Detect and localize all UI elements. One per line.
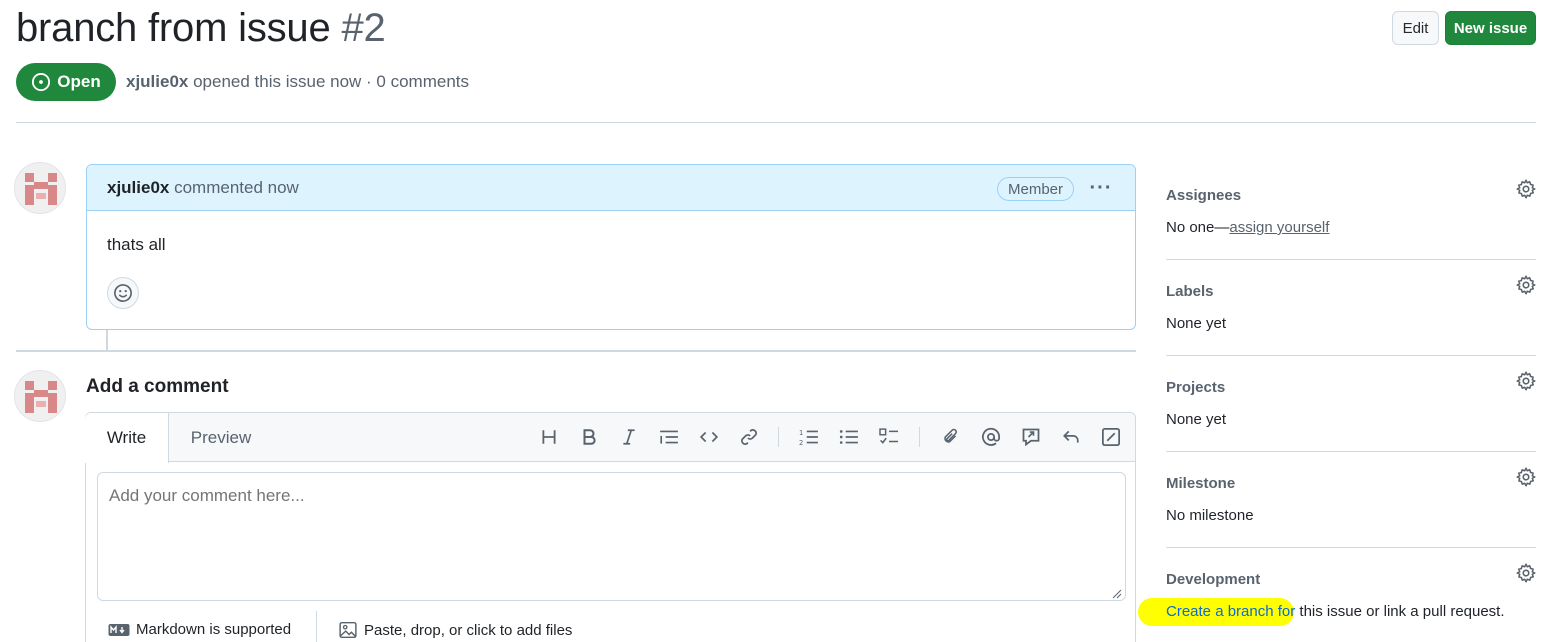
svg-text:1: 1 (799, 429, 803, 437)
attach-icon[interactable] (939, 425, 963, 449)
reply-icon[interactable] (1059, 425, 1083, 449)
comment-header: xjulie0x commented now Member ··· (87, 165, 1135, 211)
create-branch-link[interactable]: Create a branch for (1166, 603, 1295, 620)
projects-title: Projects (1166, 379, 1226, 396)
reference-icon[interactable] (1019, 425, 1043, 449)
status-label: Open (57, 72, 101, 91)
add-files-button[interactable]: Paste, drop, or click to add files (338, 621, 572, 639)
comment-body: thats all (107, 235, 166, 254)
milestone-title: Milestone (1166, 475, 1236, 492)
development-value: Create a branch for this issue or link a… (1166, 603, 1505, 620)
sidebar-divider (1166, 259, 1536, 260)
timeline-divider (16, 350, 1136, 352)
task-list-icon[interactable] (877, 425, 901, 449)
comment-editor: Write Preview 12 Markdown is supported P… (85, 412, 1136, 642)
issue-meta: xjulie0x opened this issue now · 0 comme… (126, 72, 469, 92)
milestone-value: No milestone (1166, 507, 1254, 524)
header-divider (16, 122, 1536, 123)
issue-open-icon (32, 72, 51, 92)
quote-icon[interactable] (657, 425, 681, 449)
image-icon (339, 621, 357, 639)
link-icon[interactable] (737, 425, 761, 449)
sidebar-divider (1166, 355, 1536, 356)
gear-icon[interactable] (1516, 179, 1536, 199)
smiley-icon (114, 284, 132, 302)
timeline-line (106, 330, 108, 350)
code-icon[interactable] (697, 425, 721, 449)
kebab-menu-icon[interactable]: ··· (1087, 175, 1115, 201)
tab-preview[interactable]: Preview (169, 413, 273, 462)
development-rest: this issue or link a pull request. (1295, 603, 1505, 620)
member-badge: Member (997, 177, 1075, 201)
heading-icon[interactable] (537, 425, 561, 449)
files-note: Paste, drop, or click to add files (364, 621, 573, 639)
edit-button[interactable]: Edit (1392, 11, 1439, 45)
resize-handle-icon[interactable] (1112, 589, 1122, 599)
comment-card: xjulie0x commented now Member ··· thats … (86, 164, 1136, 330)
add-reaction-button[interactable] (107, 277, 139, 309)
sidebar-divider (1166, 451, 1536, 452)
footer-divider (316, 611, 317, 642)
development-title: Development (1166, 571, 1261, 588)
gear-icon[interactable] (1516, 563, 1536, 583)
editor-toolbar: Write Preview 12 (85, 413, 1135, 463)
comment-textarea[interactable] (97, 472, 1126, 601)
slash-command-icon[interactable] (1099, 425, 1123, 449)
assignees-value: No one—assign yourself (1166, 219, 1329, 236)
tab-write[interactable]: Write (85, 413, 169, 463)
markdown-note: Markdown is supported (136, 621, 292, 638)
assignees-prefix: No one— (1166, 219, 1230, 236)
gear-icon[interactable] (1516, 371, 1536, 391)
comment-byline: xjulie0x commented now (107, 178, 299, 198)
avatar[interactable] (14, 162, 66, 214)
status-badge: Open (16, 63, 116, 101)
toolbar-divider (778, 427, 779, 447)
assign-yourself-link[interactable]: assign yourself (1229, 219, 1329, 236)
comment-author-link[interactable]: xjulie0x (107, 178, 169, 197)
issue-author-link[interactable]: xjulie0x (126, 72, 188, 91)
projects-value: None yet (1166, 411, 1227, 428)
comment-action: commented now (169, 178, 299, 197)
new-issue-button[interactable]: New issue (1445, 11, 1536, 45)
markdown-support-link[interactable]: Markdown is supported (108, 621, 291, 638)
gear-icon[interactable] (1516, 467, 1536, 487)
markdown-icon (108, 623, 130, 636)
avatar[interactable] (14, 370, 66, 422)
add-comment-heading: Add a comment (86, 376, 229, 397)
labels-value: None yet (1166, 315, 1227, 332)
sidebar-divider (1166, 547, 1536, 548)
bold-icon[interactable] (577, 425, 601, 449)
labels-title: Labels (1166, 283, 1214, 300)
gear-icon[interactable] (1516, 275, 1536, 295)
assignees-title: Assignees (1166, 187, 1242, 204)
bulleted-list-icon[interactable] (837, 425, 861, 449)
identicon-icon (25, 173, 57, 205)
issue-title-text: branch from issue (16, 6, 331, 50)
issue-title: branch from issue #2 (16, 6, 386, 51)
svg-text:2: 2 (799, 439, 803, 446)
identicon-icon (25, 381, 57, 413)
mention-icon[interactable] (979, 425, 1003, 449)
toolbar-divider (919, 427, 920, 447)
numbered-list-icon[interactable]: 12 (797, 425, 821, 449)
issue-number: #2 (341, 6, 386, 50)
italic-icon[interactable] (617, 425, 641, 449)
issue-meta-text: opened this issue now · 0 comments (188, 72, 470, 91)
